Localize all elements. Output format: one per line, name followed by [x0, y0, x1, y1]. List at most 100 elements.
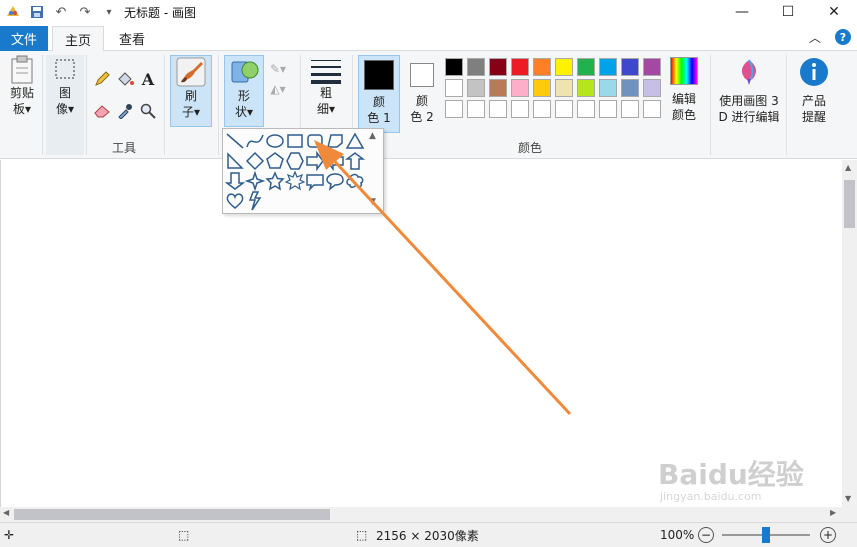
- zoom-out-button[interactable]: −: [698, 527, 714, 543]
- palette-swatch[interactable]: [445, 79, 463, 97]
- palette-swatch[interactable]: [467, 79, 485, 97]
- fill-bucket-icon[interactable]: [115, 69, 135, 89]
- shape-pentagon-icon[interactable]: [265, 151, 285, 171]
- maximize-button[interactable]: ☐: [765, 0, 811, 24]
- palette-swatch[interactable]: [533, 100, 551, 118]
- tab-view[interactable]: 查看: [110, 26, 154, 51]
- palette-swatch[interactable]: [577, 100, 595, 118]
- ribbon-tabs: 文件 主页 查看 ︿ ?: [0, 24, 857, 52]
- palette-swatch[interactable]: [489, 100, 507, 118]
- palette-swatch[interactable]: [643, 58, 661, 76]
- color2-button[interactable]: 颜 色 2: [404, 55, 440, 133]
- palette-swatch[interactable]: [599, 58, 617, 76]
- palette-swatch[interactable]: [555, 100, 573, 118]
- shape-six-point-star-icon[interactable]: [284, 170, 306, 191]
- paint-app-icon[interactable]: [4, 3, 22, 21]
- shape-triangle-icon[interactable]: [345, 131, 365, 151]
- redo-icon[interactable]: ↷: [76, 3, 94, 21]
- vertical-scrollbar[interactable]: ▲ ▼: [842, 160, 857, 507]
- shape-rounded-rectangle-icon[interactable]: [305, 131, 325, 151]
- horizontal-scroll-thumb[interactable]: [14, 509, 330, 520]
- scroll-right-icon[interactable]: ▶: [830, 508, 836, 517]
- palette-swatch[interactable]: [555, 79, 573, 97]
- gallery-more-icon[interactable]: ▼: [369, 197, 376, 207]
- palette-swatch[interactable]: [511, 58, 529, 76]
- shapes-button[interactable]: 形 状▾: [224, 55, 264, 127]
- horizontal-scrollbar[interactable]: ◀ ▶: [0, 507, 842, 522]
- palette-swatch[interactable]: [555, 58, 573, 76]
- shape-cloud-callout-icon[interactable]: [345, 171, 365, 191]
- size-button[interactable]: 粗 细▾: [306, 55, 346, 127]
- minimize-button[interactable]: —: [719, 0, 765, 24]
- palette-swatch[interactable]: [621, 58, 639, 76]
- status-bar: ✛ ⬚ ⬚ 2156 × 2030像素 100% − +: [0, 522, 857, 547]
- zoom-slider-thumb[interactable]: [762, 527, 770, 543]
- help-icon[interactable]: ?: [835, 29, 851, 45]
- palette-swatch[interactable]: [599, 100, 617, 118]
- color-picker-icon[interactable]: [115, 101, 135, 121]
- pencil-icon[interactable]: [92, 69, 112, 89]
- palette-swatch[interactable]: [445, 58, 463, 76]
- palette-swatch[interactable]: [511, 79, 529, 97]
- palette-swatch[interactable]: [577, 79, 595, 97]
- scroll-down-icon[interactable]: ▼: [845, 494, 851, 503]
- palette-swatch[interactable]: [489, 58, 507, 76]
- fill-icon[interactable]: ◭▾: [268, 79, 288, 99]
- gallery-scroll-up-icon[interactable]: ▲: [369, 131, 376, 141]
- scroll-left-icon[interactable]: ◀: [3, 508, 9, 517]
- shape-polygon-icon[interactable]: [325, 131, 345, 151]
- text-tool-icon[interactable]: A: [138, 69, 158, 89]
- shape-line-icon[interactable]: [225, 131, 245, 151]
- shape-rectangle-icon[interactable]: [285, 131, 305, 151]
- product-alert-button[interactable]: 产品 提醒: [792, 57, 836, 133]
- palette-swatch[interactable]: [643, 79, 661, 97]
- image-button[interactable]: 图 像▾: [46, 55, 84, 155]
- palette-swatch[interactable]: [533, 79, 551, 97]
- scroll-up-icon[interactable]: ▲: [845, 163, 851, 172]
- shape-hexagon-icon[interactable]: [285, 151, 305, 171]
- shape-five-point-star-icon[interactable]: [265, 171, 285, 191]
- palette-swatch[interactable]: [577, 58, 595, 76]
- shape-heart-icon[interactable]: [225, 191, 245, 211]
- edit-colors-button[interactable]: 编辑 颜色: [666, 57, 702, 133]
- clipboard-button[interactable]: 剪贴 板▾: [4, 55, 40, 155]
- palette-swatch[interactable]: [467, 100, 485, 118]
- palette-swatch[interactable]: [599, 79, 617, 97]
- magnifier-icon[interactable]: [138, 101, 158, 121]
- vertical-scroll-thumb[interactable]: [844, 180, 855, 228]
- palette-swatch[interactable]: [467, 58, 485, 76]
- palette-swatch[interactable]: [533, 58, 551, 76]
- shape-four-point-star-icon[interactable]: [244, 170, 266, 192]
- undo-icon[interactable]: ↶: [52, 3, 70, 21]
- palette-swatch[interactable]: [621, 79, 639, 97]
- color1-button[interactable]: 颜 色 1: [358, 55, 400, 133]
- palette-swatch[interactable]: [621, 100, 639, 118]
- customize-qat-icon[interactable]: ▾: [100, 3, 118, 21]
- brushes-button[interactable]: 刷 子▾: [170, 55, 212, 127]
- palette-swatch[interactable]: [511, 100, 529, 118]
- shape-curve-icon[interactable]: [245, 131, 265, 151]
- eraser-icon[interactable]: [92, 101, 112, 121]
- shape-oval-callout-icon[interactable]: [325, 171, 345, 191]
- shape-diamond-icon[interactable]: [245, 151, 265, 171]
- shape-right-triangle-icon[interactable]: [225, 151, 245, 171]
- paint3d-button[interactable]: 使用画图 3 D 进行编辑: [716, 57, 782, 133]
- zoom-slider[interactable]: [722, 527, 810, 543]
- palette-swatch[interactable]: [445, 100, 463, 118]
- save-icon[interactable]: [28, 3, 46, 21]
- shape-oval-icon[interactable]: [265, 131, 285, 151]
- shape-right-arrow-icon[interactable]: [305, 150, 325, 172]
- shape-down-arrow-icon[interactable]: [224, 171, 246, 191]
- shape-up-arrow-icon[interactable]: [344, 151, 366, 171]
- shape-lightning-icon[interactable]: [245, 191, 265, 211]
- palette-swatch[interactable]: [489, 79, 507, 97]
- palette-swatch[interactable]: [643, 100, 661, 118]
- zoom-in-button[interactable]: +: [820, 527, 836, 543]
- shape-left-arrow-icon[interactable]: [325, 150, 345, 172]
- shape-rounded-callout-icon[interactable]: [305, 171, 325, 192]
- collapse-ribbon-icon[interactable]: ︿: [809, 29, 821, 46]
- close-button[interactable]: ✕: [811, 0, 857, 24]
- tab-file[interactable]: 文件: [0, 26, 48, 51]
- outline-icon[interactable]: ✎▾: [268, 59, 288, 79]
- tab-home[interactable]: 主页: [52, 26, 104, 52]
